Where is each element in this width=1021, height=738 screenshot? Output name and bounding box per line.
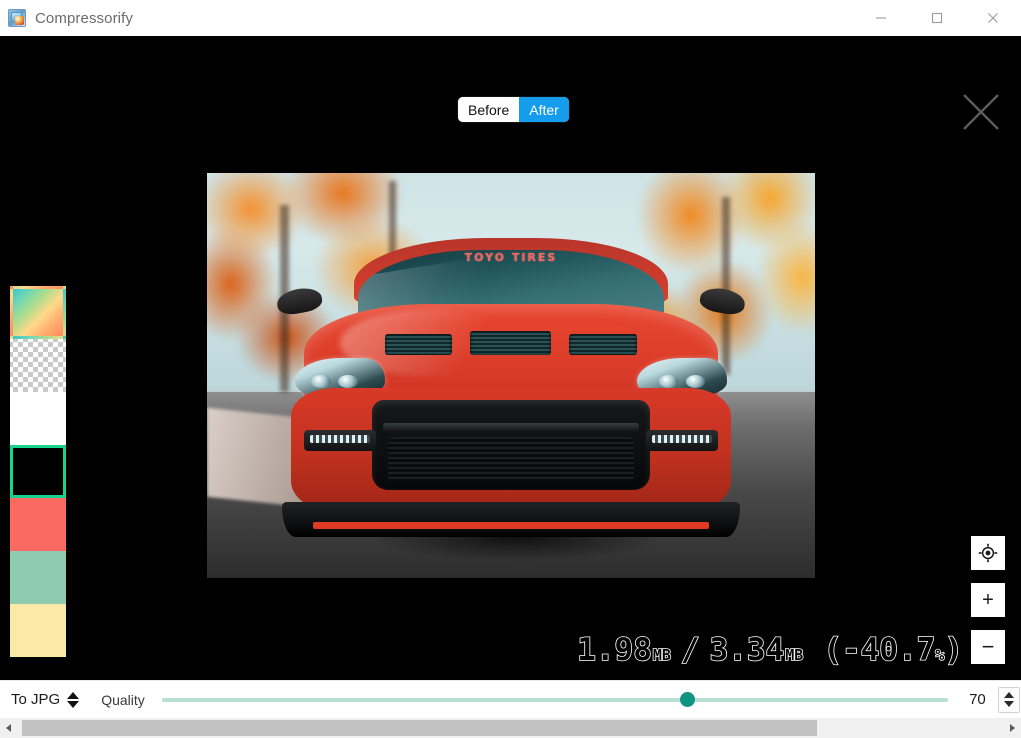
quality-label: Quality bbox=[101, 691, 145, 708]
viewer-close-button[interactable] bbox=[955, 86, 1007, 138]
title-bar: Compressorify bbox=[0, 0, 1021, 36]
compressed-size: 1.98 bbox=[576, 631, 652, 669]
savings-close-paren: ) bbox=[944, 631, 964, 669]
zoom-controls: + − bbox=[971, 536, 1005, 664]
car-body: TOYO TIRES bbox=[275, 237, 747, 538]
before-after-toggle: Before After bbox=[458, 97, 569, 122]
quality-slider-track[interactable] bbox=[161, 697, 948, 702]
swatch-transparent[interactable] bbox=[10, 339, 66, 392]
preview-image[interactable]: TOYO TIRES bbox=[207, 173, 815, 578]
quality-value: 70 bbox=[969, 691, 986, 708]
format-selector[interactable]: To JPG bbox=[11, 691, 80, 708]
savings-delta: (-40.7 bbox=[823, 631, 937, 669]
compressed-size-unit: MB bbox=[652, 645, 672, 665]
format-label: To JPG bbox=[11, 691, 61, 708]
quality-stepper[interactable] bbox=[997, 686, 1020, 713]
minimize-button[interactable] bbox=[853, 0, 909, 36]
quality-slider-thumb[interactable] bbox=[679, 692, 695, 707]
swatch-white[interactable] bbox=[10, 392, 66, 445]
bottom-toolbar: To JPG Quality 70 bbox=[0, 680, 1021, 718]
maximize-button[interactable] bbox=[909, 0, 965, 36]
quality-slider[interactable] bbox=[161, 691, 948, 709]
savings-percent-symbol: % bbox=[934, 645, 945, 665]
swatch-yellow[interactable] bbox=[10, 604, 66, 657]
zoom-out-button[interactable]: − bbox=[971, 630, 1005, 664]
background-swatches bbox=[10, 286, 66, 657]
size-separator: / bbox=[680, 631, 700, 669]
target-icon bbox=[978, 543, 998, 563]
swatch-green[interactable] bbox=[10, 551, 66, 604]
tab-before[interactable]: Before bbox=[458, 97, 520, 122]
app-logo-icon bbox=[8, 9, 26, 27]
application-window: Compressorify Before After 1.98 MB / 3.3… bbox=[0, 0, 1021, 738]
scrollbar-thumb[interactable] bbox=[22, 720, 817, 736]
scroll-left-arrow-icon[interactable] bbox=[0, 718, 17, 738]
tab-after[interactable]: After bbox=[519, 97, 569, 122]
image-viewer: Before After 1.98 MB / 3.34 MB (-40.7 % … bbox=[0, 36, 1021, 680]
close-button[interactable] bbox=[965, 0, 1021, 36]
swatch-gradient[interactable] bbox=[10, 286, 66, 339]
scroll-right-arrow-icon[interactable] bbox=[1004, 718, 1021, 738]
scrollbar-track[interactable] bbox=[17, 718, 1004, 738]
window-controls bbox=[853, 0, 1021, 36]
zoom-in-button[interactable]: + bbox=[971, 583, 1005, 617]
close-icon bbox=[963, 94, 999, 130]
window-title: Compressorify bbox=[35, 9, 133, 27]
horizontal-scrollbar[interactable] bbox=[0, 718, 1021, 738]
swatch-red[interactable] bbox=[10, 498, 66, 551]
format-stepper-icon[interactable] bbox=[67, 691, 80, 708]
fit-to-screen-button[interactable] bbox=[971, 536, 1005, 570]
original-size-unit: MB bbox=[784, 645, 804, 665]
original-size: 3.34 bbox=[709, 631, 785, 669]
compression-stats: 1.98 MB / 3.34 MB (-40.7 % ) bbox=[576, 631, 964, 669]
gtr-photo: TOYO TIRES bbox=[207, 173, 815, 578]
swatch-black[interactable] bbox=[10, 445, 66, 498]
